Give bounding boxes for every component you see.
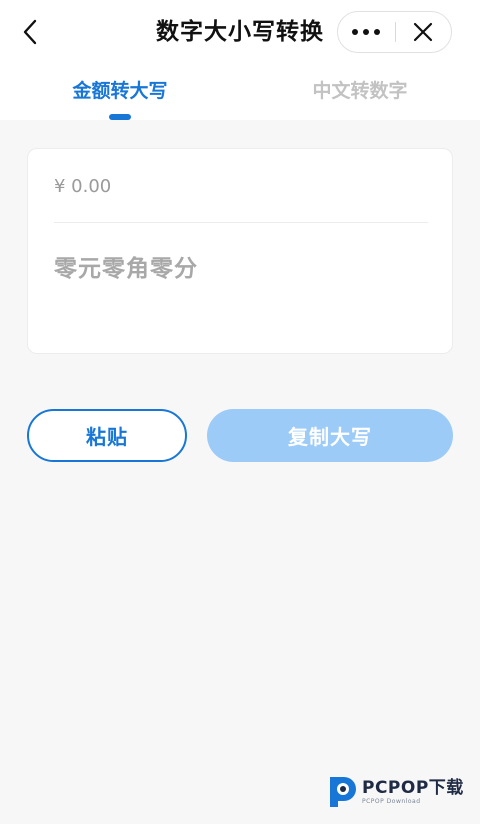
chevron-left-icon — [23, 19, 37, 45]
more-button[interactable] — [338, 12, 395, 52]
active-tab-indicator — [109, 114, 131, 120]
watermark-sub-text: PCPOP Download — [362, 798, 421, 805]
back-button[interactable] — [12, 14, 48, 50]
header: 数字大小写转换 金额转大写 中文转数字 — [0, 0, 480, 120]
watermark-main-text: PCPOP下载 — [362, 778, 464, 798]
card-divider — [54, 222, 428, 223]
close-button[interactable] — [395, 12, 451, 52]
watermark: PCPOP下载 PCPOP Download — [326, 774, 464, 810]
pcpop-logo-icon — [330, 777, 356, 807]
close-icon — [414, 22, 433, 42]
tab-chinese-to-number[interactable]: 中文转数字 — [300, 76, 420, 106]
paste-button[interactable]: 粘贴 — [27, 409, 187, 462]
converter-card: 零元零角零分 — [27, 148, 453, 354]
mini-program-capsule — [337, 11, 452, 53]
uppercase-result: 零元零角零分 — [54, 256, 198, 282]
amount-input[interactable] — [54, 169, 426, 203]
tab-amount-to-uppercase[interactable]: 金额转大写 — [60, 76, 180, 106]
page-title: 数字大小写转换 — [156, 19, 324, 45]
copy-uppercase-button[interactable]: 复制大写 — [207, 409, 453, 462]
more-dots-icon — [352, 29, 381, 35]
